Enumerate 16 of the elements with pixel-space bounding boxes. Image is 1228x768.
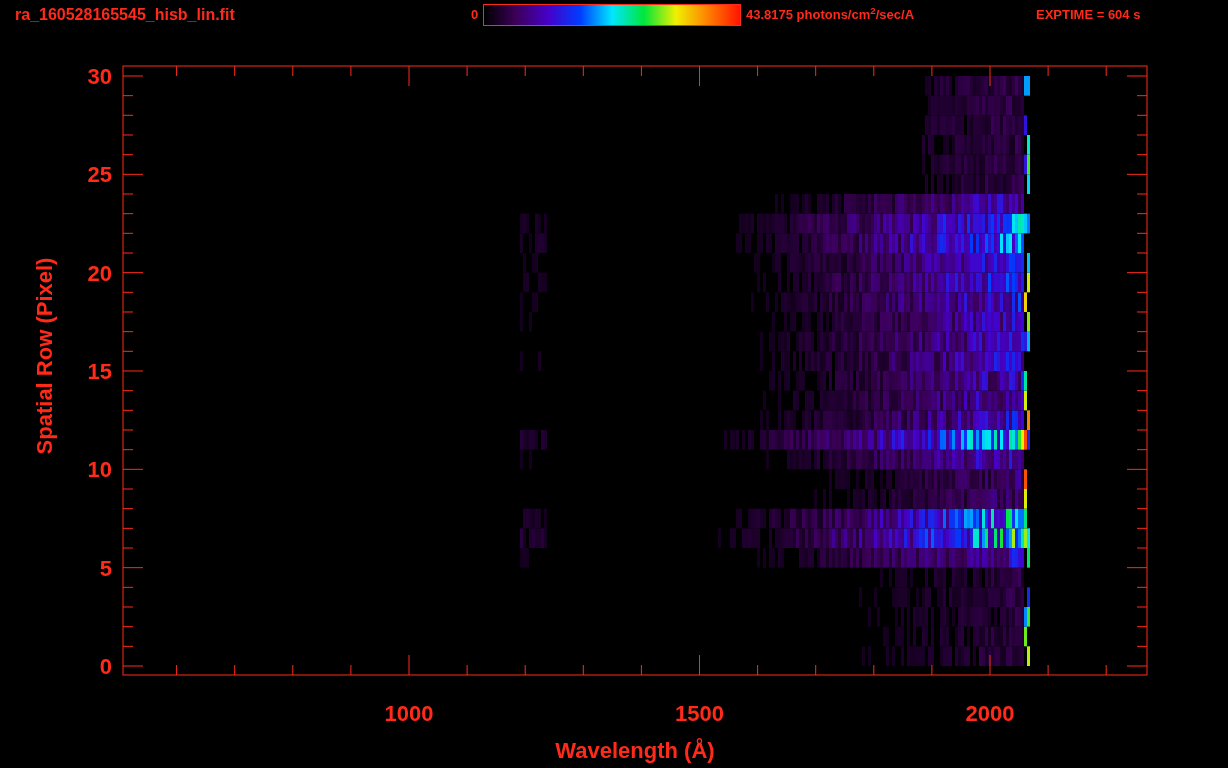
y-tick-label: 20 <box>87 260 112 286</box>
x-tick-label: 1000 <box>384 701 434 726</box>
exposure-time: EXPTIME = 604 s <box>1036 6 1141 25</box>
x-axis-label: Wavelength (Å) <box>555 738 715 763</box>
colorbar-max-label: 43.8175 photons/cm$^{2}$/sec/A <box>746 5 916 25</box>
y-tick-label: 10 <box>87 457 112 483</box>
y-axis-label: Spatial Row (Pixel) <box>32 257 57 455</box>
y-tick-label: 15 <box>87 359 112 384</box>
y-tick-label: 30 <box>87 64 112 89</box>
file-name: ra_160528165545_hisb_lin.fit <box>15 5 236 25</box>
x-tick-label: 1500 <box>675 701 724 726</box>
x-tick-label: 2000 <box>965 701 1015 726</box>
colorbar-min-label: 0 <box>471 6 480 25</box>
y-tick-label: 5 <box>99 555 112 581</box>
y-tick-label: 0 <box>99 654 112 679</box>
y-tick-label: 25 <box>87 162 112 188</box>
